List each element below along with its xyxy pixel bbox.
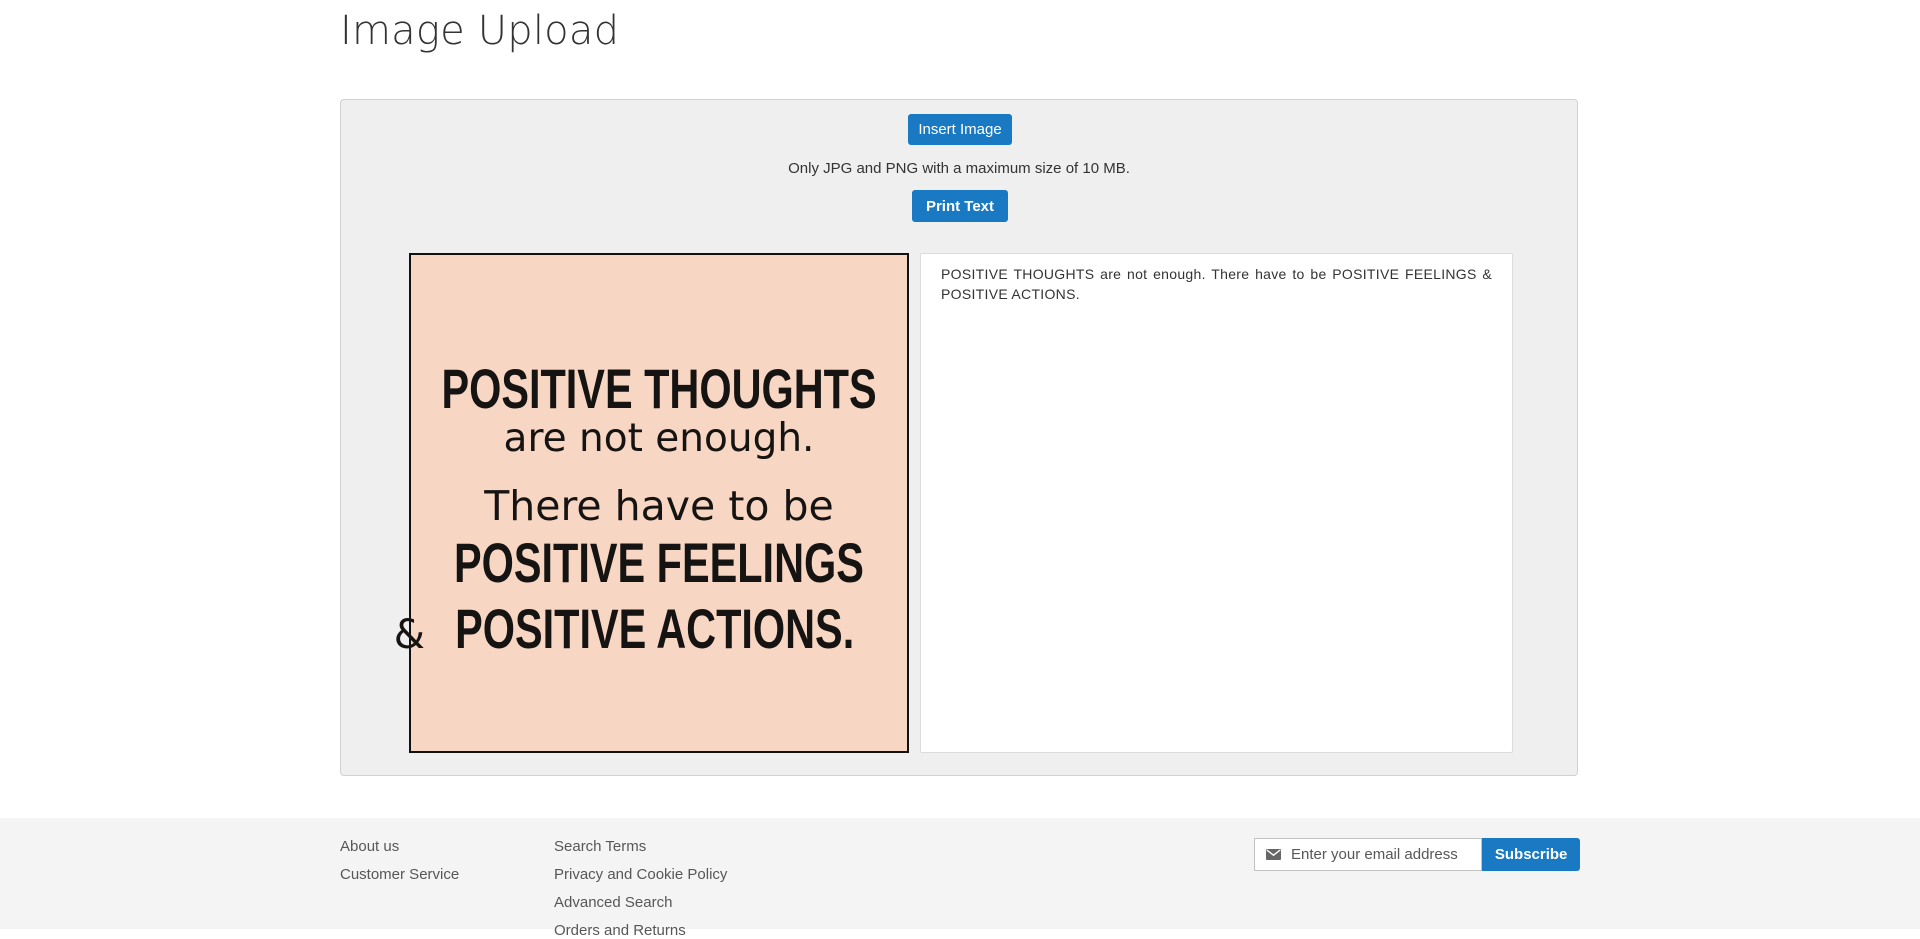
- newsletter-email-input[interactable]: [1291, 846, 1471, 863]
- footer-link-about-us[interactable]: About us: [340, 838, 399, 855]
- image-text-line: &: [393, 612, 425, 658]
- image-text-line: POSITIVE FEELINGS: [454, 531, 864, 594]
- newsletter-email-box: [1254, 838, 1483, 871]
- footer-link-search-terms[interactable]: Search Terms: [554, 838, 646, 855]
- uploaded-image-preview: POSITIVE THOUGHTS are not enough. There …: [394, 253, 909, 753]
- subscribe-button[interactable]: Subscribe: [1482, 838, 1580, 871]
- image-text-line: POSITIVE THOUGHTS: [441, 357, 877, 420]
- footer-link-customer-service[interactable]: Customer Service: [340, 866, 459, 883]
- insert-image-button[interactable]: Insert Image: [908, 114, 1012, 145]
- page-footer: About us Customer Service Search Terms P…: [0, 818, 1920, 939]
- upload-panel: Insert Image Only JPG and PNG with a max…: [340, 99, 1578, 776]
- footer-link-orders-returns[interactable]: Orders and Returns: [554, 922, 686, 939]
- print-text-button[interactable]: Print Text: [912, 190, 1008, 222]
- image-text-line: are not enough.: [503, 416, 815, 461]
- page-title: Image Upload: [340, 8, 620, 54]
- image-text-line: There have to be: [484, 482, 834, 530]
- image-text-line: POSITIVE ACTIONS.: [455, 597, 855, 660]
- footer-link-privacy-policy[interactable]: Privacy and Cookie Policy: [554, 866, 727, 883]
- newsletter-form: Subscribe: [1254, 838, 1580, 871]
- footer-link-advanced-search[interactable]: Advanced Search: [554, 894, 672, 911]
- file-type-hint: Only JPG and PNG with a maximum size of …: [788, 160, 1130, 177]
- extracted-text-output[interactable]: POSITIVE THOUGHTS are not enough. There …: [920, 253, 1513, 753]
- mail-icon: [1255, 849, 1291, 860]
